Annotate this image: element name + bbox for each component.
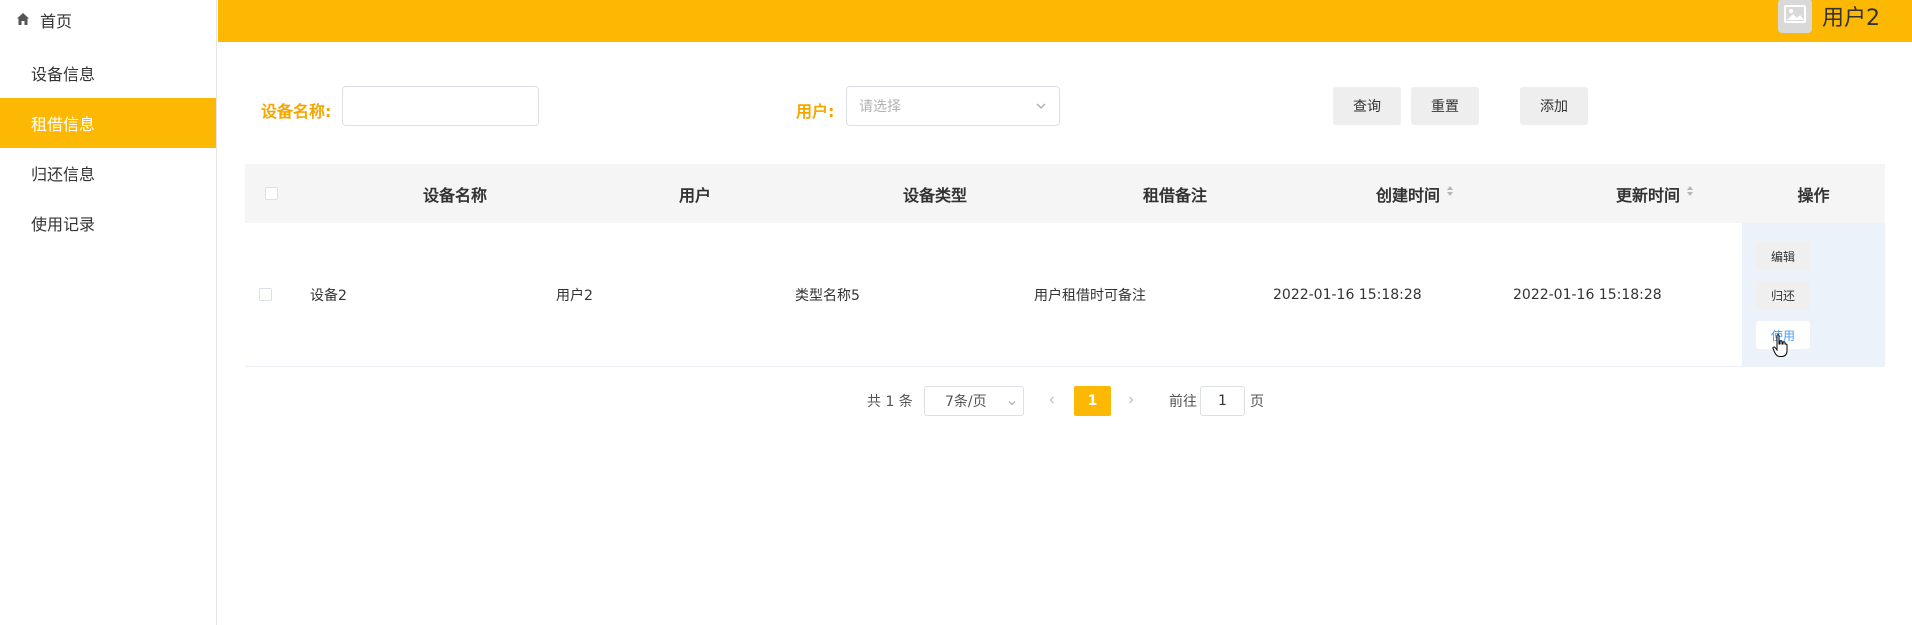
search-bar: 设备名称: 用户: 请选择 查询 重置 添加	[218, 86, 1912, 126]
cell-user: 用户2	[556, 288, 593, 304]
cell-device-type: 类型名称5	[795, 288, 860, 304]
sidebar-item-device-info[interactable]: 设备信息	[0, 48, 216, 98]
goto-label: 前往	[1169, 394, 1197, 410]
column-header-device-type: 设备类型	[902, 185, 967, 205]
add-button[interactable]: 添加	[1520, 87, 1588, 125]
chevron-down-icon	[1035, 100, 1047, 116]
user-select-placeholder: 请选择	[859, 99, 901, 115]
sidebar: 首页 设备信息 租借信息 归还信息 使用记录	[0, 0, 217, 625]
device-name-input[interactable]	[342, 86, 539, 126]
column-header-device-name: 设备名称	[422, 185, 487, 205]
column-header-created[interactable]: 创建时间	[1295, 164, 1535, 223]
sidebar-item-label: 使用记录	[31, 215, 96, 234]
column-header-updated-label: 更新时间	[1615, 186, 1680, 205]
home-icon	[16, 11, 40, 30]
prev-page-button[interactable]	[1047, 386, 1057, 416]
sidebar-item-rental-info[interactable]: 租借信息	[0, 98, 216, 148]
sidebar-item-label: 租借信息	[31, 115, 96, 134]
page-suffix: 页	[1250, 394, 1264, 410]
page-size-select[interactable]: 7条/页	[924, 386, 1024, 416]
cell-updated: 2022-01-16 15:18:28	[1513, 287, 1662, 303]
sidebar-item-return-info[interactable]: 归还信息	[0, 148, 216, 198]
pagination: 共 1 条 7条/页 1 前往 1 页	[0, 386, 1912, 416]
sidebar-item-label: 归还信息	[31, 165, 96, 184]
top-bar: 用户2	[218, 0, 1912, 42]
chevron-right-icon	[1126, 393, 1136, 409]
sort-icon[interactable]	[1446, 182, 1454, 201]
edit-button[interactable]: 编辑	[1756, 242, 1810, 270]
sidebar-home-label: 首页	[40, 12, 73, 31]
cell-created: 2022-01-16 15:18:28	[1273, 287, 1422, 303]
avatar	[1778, 0, 1812, 33]
return-button[interactable]: 归还	[1756, 281, 1810, 309]
goto-page-input[interactable]: 1	[1200, 386, 1245, 416]
image-icon	[1784, 5, 1806, 27]
row-checkbox[interactable]	[259, 288, 272, 301]
page-size-value: 7条/页	[945, 394, 987, 410]
hand-cursor-icon	[1772, 334, 1788, 362]
next-page-button[interactable]	[1126, 386, 1136, 416]
user-select[interactable]: 请选择	[846, 86, 1060, 126]
reset-button[interactable]: 重置	[1411, 87, 1479, 125]
actions-cell: 编辑 归还 使用	[1742, 223, 1885, 367]
sidebar-item-label: 设备信息	[31, 65, 96, 84]
table-header: 设备名称 用户 设备类型 租借备注 创建时间 更新时间 操作	[245, 164, 1885, 223]
column-header-actions: 操作	[1797, 185, 1830, 205]
sort-icon[interactable]	[1686, 182, 1694, 201]
column-header-updated[interactable]: 更新时间	[1535, 164, 1775, 223]
column-header-user: 用户	[678, 185, 711, 205]
sidebar-home[interactable]: 首页	[0, 0, 216, 40]
rental-table: 设备名称 用户 设备类型 租借备注 创建时间 更新时间 操作 设备2 用户2 类…	[245, 164, 1885, 367]
chevron-down-icon	[1007, 396, 1017, 412]
chevron-left-icon	[1047, 393, 1057, 409]
pagination-total: 共 1 条	[867, 394, 913, 410]
user-menu[interactable]: 用户2	[1778, 0, 1880, 33]
cell-device-name: 设备2	[310, 288, 347, 304]
cell-remark: 用户租借时可备注	[1034, 288, 1146, 304]
device-name-label: 设备名称:	[261, 102, 332, 121]
page-number-current[interactable]: 1	[1074, 386, 1111, 416]
table-row: 设备2 用户2 类型名称5 用户租借时可备注 2022-01-16 15:18:…	[245, 223, 1885, 367]
user-label: 用户:	[796, 102, 835, 121]
sidebar-item-usage-records[interactable]: 使用记录	[0, 198, 216, 248]
column-header-remark: 租借备注	[1142, 185, 1207, 205]
username: 用户2	[1822, 6, 1880, 31]
column-header-created-label: 创建时间	[1375, 186, 1440, 205]
select-all-checkbox[interactable]	[265, 187, 278, 200]
query-button[interactable]: 查询	[1333, 87, 1401, 125]
